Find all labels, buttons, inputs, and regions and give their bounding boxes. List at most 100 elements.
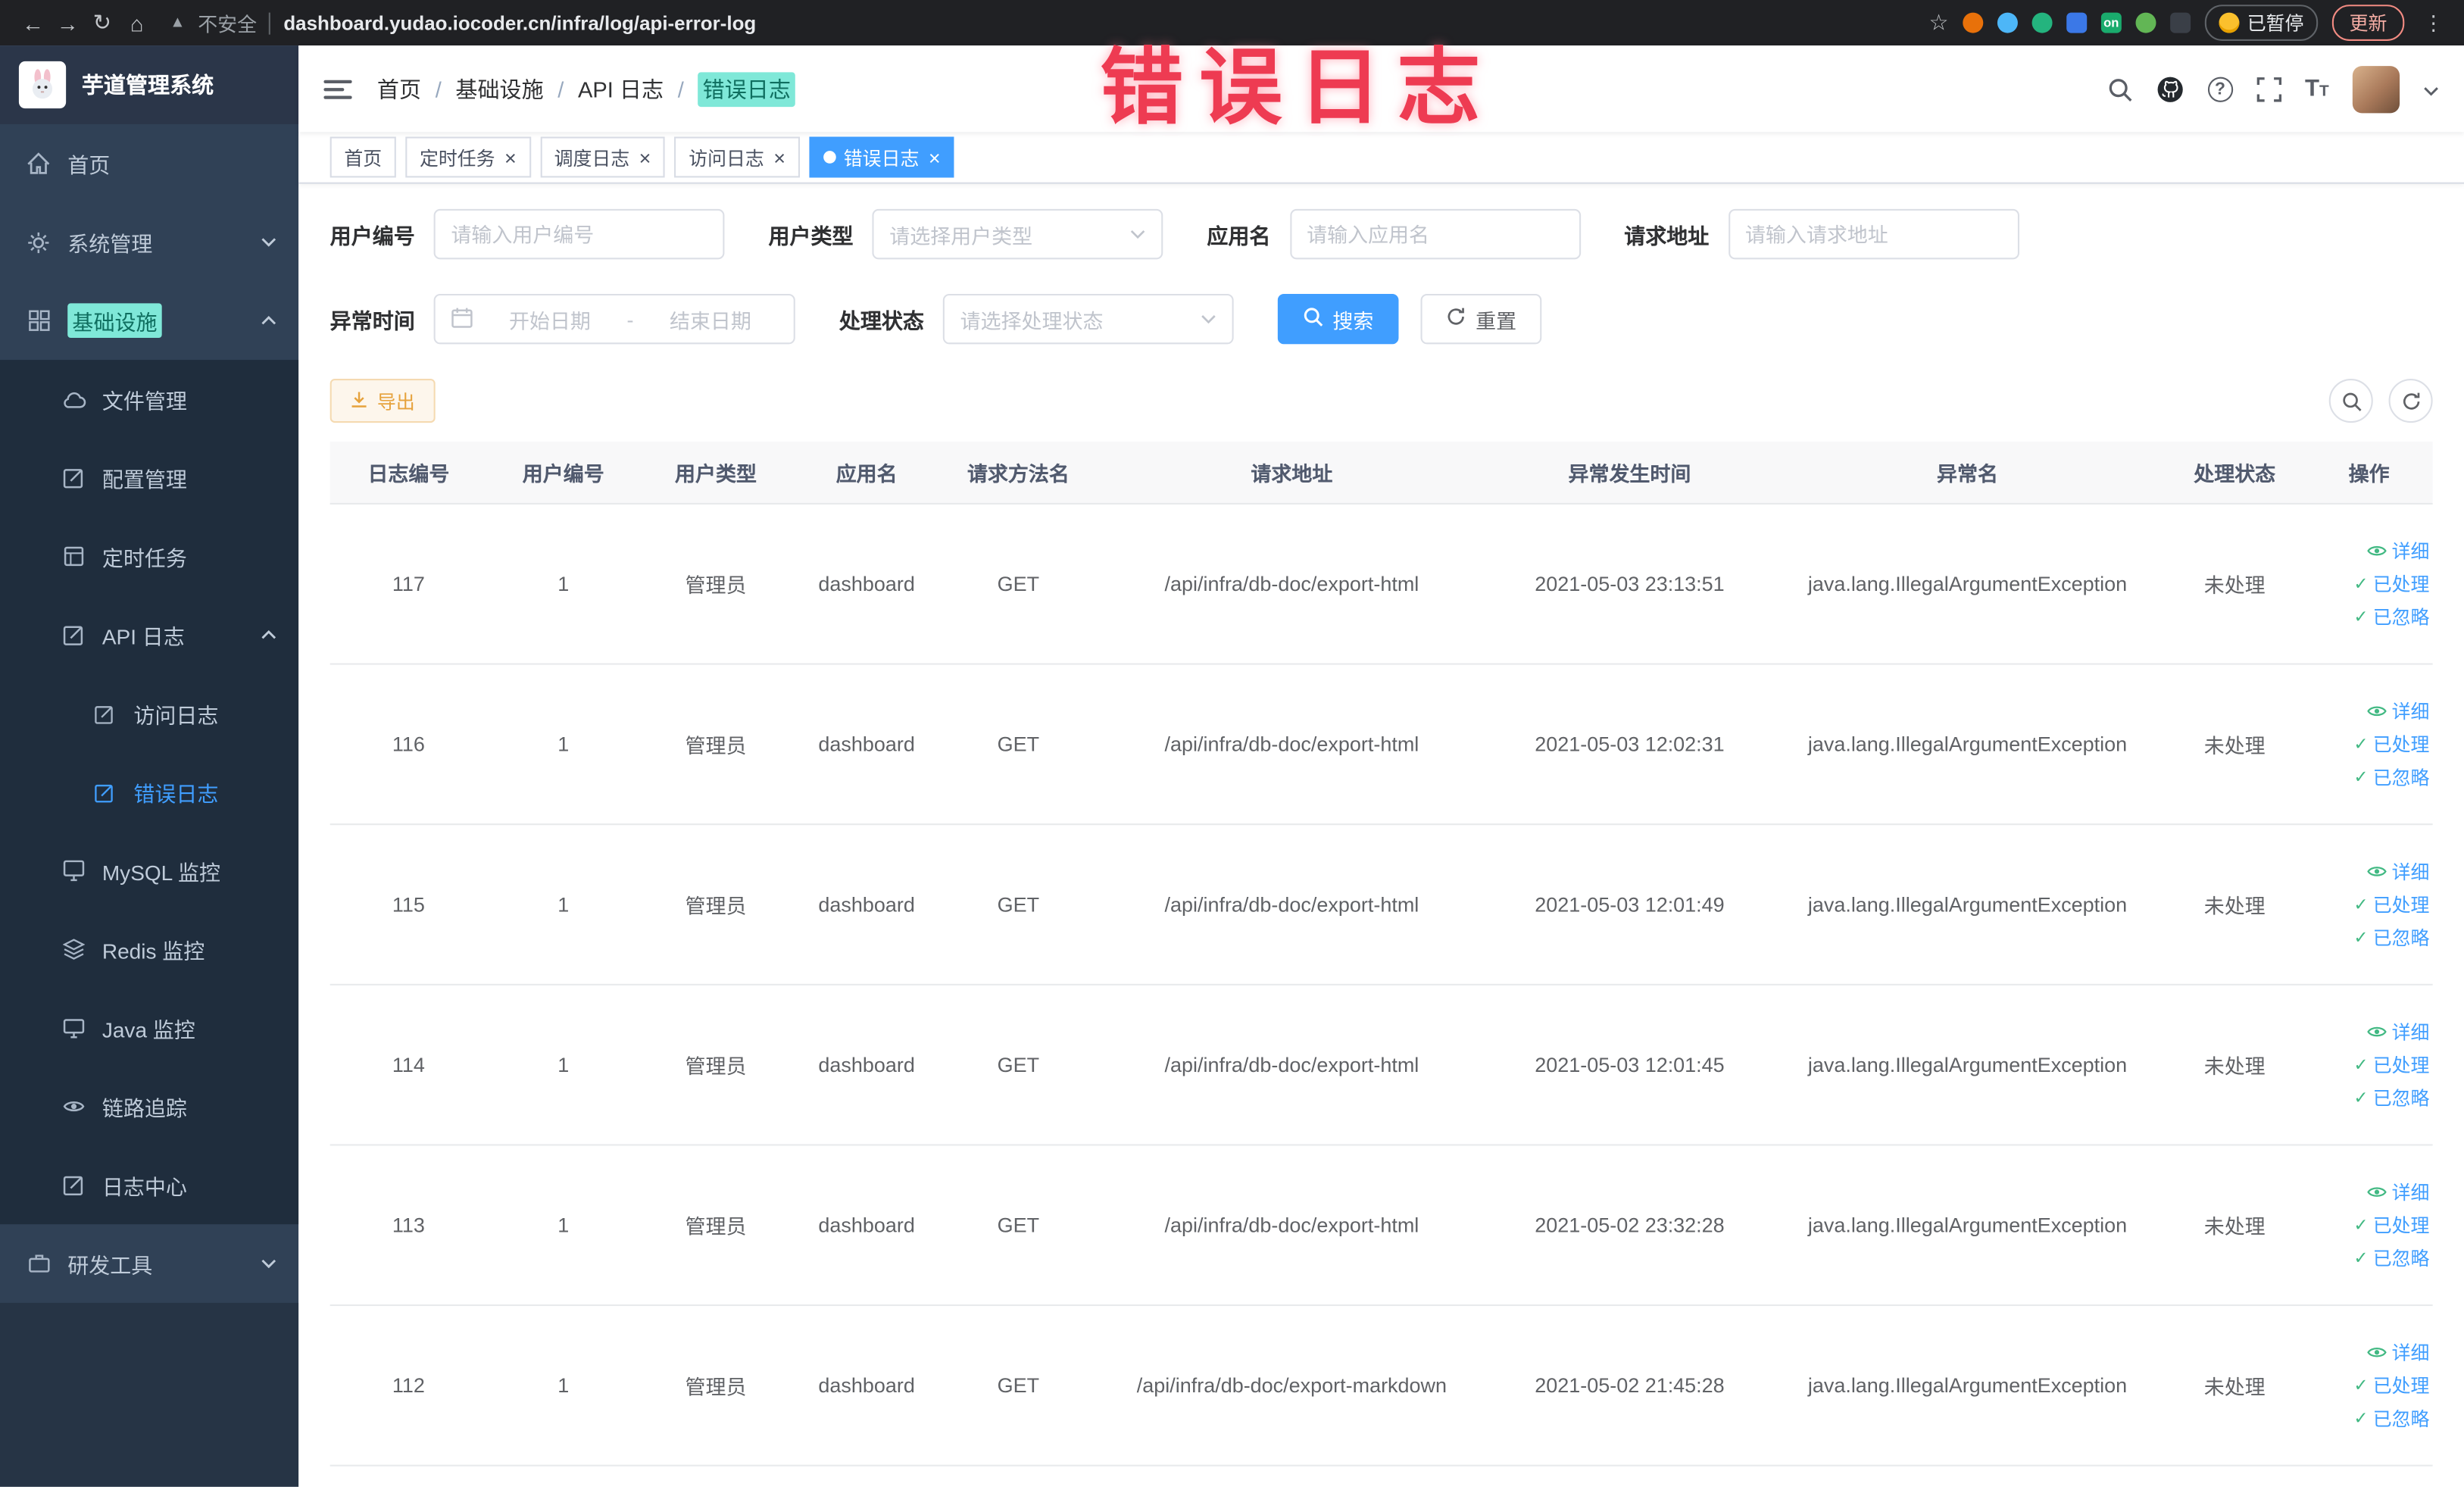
tab-job[interactable]: 定时任务 × bbox=[405, 136, 531, 178]
breadcrumb-item[interactable]: 基础设施 bbox=[455, 73, 543, 104]
tags-view: 首页 定时任务 × 调度日志 × 访问日志 × 错误日志 × bbox=[298, 132, 2464, 184]
sidebar-item-api-log[interactable]: API 日志 bbox=[0, 595, 298, 674]
cell-status: 未处理 bbox=[2203, 573, 2266, 598]
export-button[interactable]: 导出 bbox=[329, 379, 436, 423]
extension-icon[interactable] bbox=[2135, 12, 2156, 33]
search-icon[interactable] bbox=[2107, 77, 2132, 102]
app-name-input[interactable] bbox=[1289, 208, 1581, 260]
processed-link[interactable]: ✓ 已处理 bbox=[2353, 891, 2429, 917]
sidebar-item-label: 定时任务 bbox=[101, 546, 187, 571]
request-url-input[interactable] bbox=[1728, 208, 2019, 260]
sidebar-item-file[interactable]: 文件管理 bbox=[0, 360, 298, 439]
date-range-picker[interactable]: 开始日期 - 结束日期 bbox=[433, 293, 795, 345]
breadcrumb-item[interactable]: 首页 bbox=[377, 73, 421, 104]
close-icon[interactable]: × bbox=[638, 147, 651, 167]
user-type-select[interactable]: 请选择用户类型 bbox=[872, 208, 1163, 260]
ignored-link[interactable]: ✓ 已忽略 bbox=[2353, 1405, 2429, 1432]
back-icon[interactable]: ← bbox=[16, 10, 51, 35]
cell-method: GET bbox=[997, 572, 1040, 596]
sidebar-logo[interactable]: 芋道管理系统 bbox=[0, 45, 299, 124]
close-icon[interactable]: × bbox=[927, 147, 941, 167]
hamburger-icon[interactable] bbox=[323, 78, 352, 100]
ignored-link[interactable]: ✓ 已忽略 bbox=[2353, 924, 2429, 951]
close-icon[interactable]: × bbox=[772, 147, 785, 167]
sidebar-item-infra[interactable]: 基础设施 bbox=[0, 281, 298, 360]
sidebar-item-access-log[interactable]: 访问日志 bbox=[0, 674, 298, 753]
cell-exception: java.lang.IllegalArgumentException bbox=[1807, 732, 2128, 756]
extension-icon[interactable] bbox=[2031, 12, 2053, 33]
forward-icon[interactable]: → bbox=[50, 10, 85, 35]
processed-link[interactable]: ✓ 已处理 bbox=[2353, 570, 2429, 597]
sidebar-item-job[interactable]: 定时任务 bbox=[0, 517, 298, 596]
tab-schedule-log[interactable]: 调度日志 × bbox=[539, 136, 666, 178]
reset-button[interactable]: 重置 bbox=[1420, 293, 1542, 345]
search-toggle-icon[interactable] bbox=[2328, 379, 2373, 423]
detail-link[interactable]: 详细 bbox=[2366, 698, 2429, 724]
bookmark-star-icon[interactable]: ☆ bbox=[1929, 9, 1949, 36]
sidebar-item-trace[interactable]: 链路追踪 bbox=[0, 1067, 298, 1146]
processed-link[interactable]: ✓ 已处理 bbox=[2353, 731, 2429, 758]
sidebar-item-java[interactable]: Java 监控 bbox=[0, 989, 298, 1067]
ignored-link[interactable]: ✓ 已忽略 bbox=[2353, 604, 2429, 630]
search-button[interactable]: 搜索 bbox=[1277, 293, 1399, 345]
address-bar[interactable]: ▲ 不安全 dashboard.yudao.iocoder.cn/infra/l… bbox=[154, 8, 1928, 37]
main-area: 首页 / 基础设施 / API 日志 / 错误日志 ? TT 首页 定时任务 ×… bbox=[298, 45, 2464, 1487]
sidebar-item-dev-tools[interactable]: 研发工具 bbox=[0, 1224, 298, 1303]
tab-home[interactable]: 首页 bbox=[329, 136, 396, 178]
extension-icon[interactable]: on bbox=[2100, 12, 2122, 33]
cell-status: 未处理 bbox=[2203, 894, 2266, 918]
detail-label: 详细 bbox=[2391, 540, 2430, 563]
processed-link[interactable]: ✓ 已处理 bbox=[2353, 1372, 2429, 1398]
sidebar-item-config[interactable]: 配置管理 bbox=[0, 439, 298, 517]
user-id-input[interactable] bbox=[433, 208, 725, 260]
sidebar-item-system[interactable]: 系统管理 bbox=[0, 203, 298, 282]
reload-icon[interactable]: ↻ bbox=[85, 9, 120, 36]
filter-label: 用户类型 bbox=[768, 224, 854, 248]
sidebar-item-error-log[interactable]: 错误日志 bbox=[0, 753, 298, 832]
detail-link[interactable]: 详细 bbox=[2366, 858, 2429, 885]
ignored-link[interactable]: ✓ 已忽略 bbox=[2353, 1085, 2429, 1111]
detail-link[interactable]: 详细 bbox=[2366, 1018, 2429, 1045]
sidebar-item-mysql[interactable]: MySQL 监控 bbox=[0, 832, 298, 911]
update-button[interactable]: 更新 bbox=[2331, 5, 2405, 41]
logo-rabbit-icon bbox=[18, 61, 67, 109]
help-icon[interactable]: ? bbox=[2207, 76, 2233, 102]
eye-icon bbox=[60, 1098, 86, 1114]
detail-label: 详细 bbox=[2391, 1342, 2430, 1364]
breadcrumb-item[interactable]: API 日志 bbox=[578, 73, 664, 104]
refresh-icon[interactable] bbox=[2388, 379, 2433, 423]
ignored-link[interactable]: ✓ 已忽略 bbox=[2353, 764, 2429, 790]
font-size-icon[interactable]: TT bbox=[2305, 76, 2329, 102]
sidebar-item-label: 系统管理 bbox=[67, 233, 153, 257]
cell-log-id: 114 bbox=[392, 1053, 425, 1077]
sidebar-item-home[interactable]: 首页 bbox=[0, 124, 298, 203]
github-icon[interactable] bbox=[2156, 75, 2184, 103]
kebab-menu-icon[interactable]: ⋮ bbox=[2419, 10, 2448, 35]
processed-link[interactable]: ✓ 已处理 bbox=[2353, 1051, 2429, 1078]
process-status-select[interactable]: 请选择处理状态 bbox=[942, 293, 1234, 345]
filter-request-url: 请求地址 bbox=[1624, 208, 2019, 260]
extension-icon[interactable] bbox=[1963, 12, 1984, 33]
cell-actions: 详细 ✓ 已处理 ✓ 已忽略 bbox=[2306, 1339, 2433, 1432]
fullscreen-icon[interactable] bbox=[2256, 77, 2281, 102]
avatar[interactable] bbox=[2352, 65, 2400, 113]
detail-link[interactable]: 详细 bbox=[2366, 538, 2429, 564]
tab-error-log[interactable]: 错误日志 × bbox=[809, 136, 955, 178]
extension-icon[interactable] bbox=[2066, 12, 2088, 33]
sidebar-item-redis[interactable]: Redis 监控 bbox=[0, 910, 298, 989]
chevron-down-icon[interactable] bbox=[2423, 75, 2439, 103]
sidebar-item-label: 研发工具 bbox=[67, 1254, 153, 1278]
tab-access-log[interactable]: 访问日志 × bbox=[674, 136, 800, 178]
close-icon[interactable]: × bbox=[503, 147, 517, 167]
sidebar-item-log-center[interactable]: 日志中心 bbox=[0, 1145, 298, 1224]
ignored-link[interactable]: ✓ 已忽略 bbox=[2353, 1245, 2429, 1271]
processed-link[interactable]: ✓ 已处理 bbox=[2353, 1212, 2429, 1239]
extension-icon[interactable] bbox=[2170, 12, 2191, 33]
extension-icon[interactable] bbox=[1997, 12, 2018, 33]
detail-link[interactable]: 详细 bbox=[2366, 1339, 2429, 1366]
detail-link[interactable]: 详细 bbox=[2366, 1179, 2429, 1205]
filter-user-id: 用户编号 bbox=[330, 208, 725, 260]
paused-badge[interactable]: 已暂停 bbox=[2204, 5, 2319, 41]
cell-app: dashboard bbox=[818, 892, 915, 917]
home-icon[interactable]: ⌂ bbox=[120, 10, 155, 35]
